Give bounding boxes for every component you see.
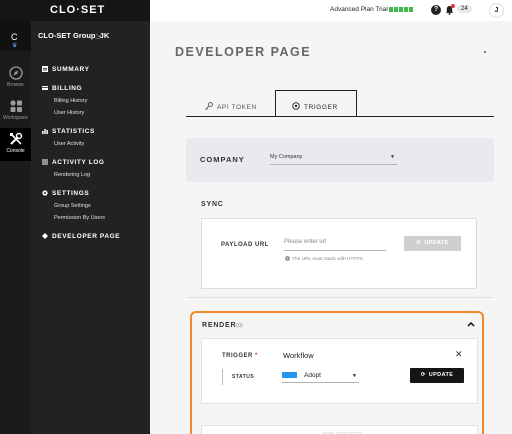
rail-label-workspace: Workspace — [3, 115, 28, 121]
tab-trigger-label: TRIGGER — [304, 104, 338, 111]
payload-url-input[interactable]: Please enter url — [284, 236, 386, 251]
key-icon — [205, 102, 213, 110]
nav-permission-by-users[interactable]: Permission By Users — [54, 215, 105, 221]
add-trigger-button[interactable]: + ADD TRIGGER — [201, 425, 478, 434]
page-title: DEVELOPER PAGE — [175, 45, 312, 59]
company-select-value: My Company — [270, 154, 303, 160]
grid-icon — [9, 100, 22, 112]
tab-trigger[interactable]: TRIGGER — [275, 90, 357, 117]
icon-rail: C ♛ Browse Workspace Console — [0, 21, 31, 434]
nav-settings-label: SETTINGS — [52, 190, 90, 197]
sync-update-button-label: UPDATE — [424, 240, 449, 246]
activity-log-icon — [42, 159, 48, 165]
trigger-value: Workflow — [283, 351, 314, 360]
status-color-swatch — [282, 372, 297, 378]
section-divider — [186, 297, 494, 298]
payload-url-hint-text: The URL must starts with HTTPS. — [292, 257, 365, 262]
gear-icon — [42, 190, 48, 196]
company-label: COMPANY — [200, 155, 245, 164]
render-title: RENDER — [202, 322, 237, 329]
required-mark: * — [255, 353, 258, 359]
company-select[interactable]: My Company ▼ — [270, 151, 397, 165]
nav-statistics[interactable]: STATISTICS — [42, 128, 95, 135]
crown-icon: ♛ — [12, 43, 18, 49]
rail-label-browse: Browse — [7, 82, 24, 88]
clo-set-logo[interactable]: CLO·SET — [50, 4, 105, 16]
nav-rendering-log[interactable]: Rendering Log — [54, 172, 90, 178]
group-initial: C — [11, 32, 18, 42]
notification-count[interactable]: 24 — [457, 5, 472, 13]
more-dot — [484, 51, 486, 53]
render-count: (0) — [236, 323, 243, 329]
group-switcher[interactable]: C ♛ — [0, 21, 31, 51]
nav-activity-log[interactable]: ACTIVITY LOG — [42, 159, 105, 166]
summary-icon — [42, 66, 48, 72]
nav-settings[interactable]: SETTINGS — [42, 190, 89, 197]
avatar[interactable]: J — [489, 3, 504, 18]
rail-item-workspace[interactable]: Workspace — [0, 95, 31, 128]
trigger-label: TRIGGER * — [222, 353, 258, 359]
top-bar: CLO·SET Advanced Plan Trial ? 24 J — [0, 0, 512, 21]
rail-item-browse[interactable]: Browse — [0, 62, 31, 95]
status-select-value: Adopt — [304, 372, 321, 379]
compass-icon — [8, 66, 23, 80]
plan-trial-label[interactable]: Advanced Plan Trial — [330, 6, 388, 13]
payload-url-label: PAYLOAD URL — [221, 242, 269, 248]
nav-billing[interactable]: BILLING — [42, 85, 82, 92]
trigger-icon — [292, 102, 300, 110]
nav-statistics-label: STATISTICS — [52, 128, 95, 135]
info-icon: i — [285, 256, 290, 261]
plan-trial-progress — [389, 7, 413, 12]
main-content: DEVELOPER PAGE API TOKEN TRIGGER COMPANY… — [150, 21, 512, 434]
nav-developer-page-label: DEVELOPER PAGE — [52, 233, 121, 240]
render-update-button[interactable]: ⟳ UPDATE — [410, 368, 464, 383]
status-select[interactable]: Adopt ▼ — [282, 368, 359, 383]
trigger-label-text: TRIGGER — [222, 353, 253, 359]
statistics-icon — [42, 129, 48, 134]
nav-summary-label: SUMMARY — [52, 66, 90, 73]
sync-card: PAYLOAD URL Please enter url i The URL mu… — [201, 218, 477, 289]
nav-billing-label: BILLING — [52, 85, 83, 92]
billing-icon — [42, 86, 48, 90]
nav-group-settings[interactable]: Group Settings — [54, 203, 91, 209]
sync-title: SYNC — [201, 201, 224, 208]
nav-user-history[interactable]: User History — [54, 110, 84, 116]
close-icon[interactable]: ✕ — [455, 349, 463, 360]
company-section: COMPANY My Company ▼ — [186, 138, 494, 182]
notification-dot — [451, 4, 455, 8]
status-label: STATUS — [232, 374, 255, 380]
trigger-card: TRIGGER * Workflow ✕ STATUS Adopt ▼ ⟳ UPD… — [201, 338, 478, 404]
tools-icon — [9, 132, 22, 145]
chevron-down-icon[interactable]: ⌵ — [96, 30, 102, 40]
nav-activity-log-label: ACTIVITY LOG — [52, 159, 105, 166]
tabs-underline — [186, 116, 494, 117]
rail-label-console: Console — [6, 148, 25, 154]
refresh-icon: ⟳ — [416, 240, 422, 246]
rail-item-console[interactable]: Console — [0, 128, 31, 161]
caret-down-icon: ▼ — [390, 154, 395, 160]
refresh-icon: ⟳ — [420, 372, 426, 378]
sync-update-button[interactable]: ⟳ UPDATE — [404, 236, 461, 251]
render-section: RENDER (0) TRIGGER * Workflow ✕ STATUS A… — [190, 311, 484, 434]
nav-user-activity[interactable]: User Activity — [54, 141, 84, 147]
chevron-up-icon[interactable] — [467, 320, 475, 329]
developer-icon — [42, 233, 48, 239]
render-update-button-label: UPDATE — [428, 372, 454, 378]
nav-summary[interactable]: SUMMARY — [42, 66, 90, 73]
help-icon[interactable]: ? — [431, 5, 441, 15]
status-indent-bar — [222, 369, 223, 385]
tab-api-token-label: API TOKEN — [217, 104, 257, 111]
nav-billing-history[interactable]: Billing History — [54, 98, 87, 104]
nav-developer-page[interactable]: DEVELOPER PAGE — [42, 233, 120, 240]
caret-down-icon: ▼ — [352, 373, 357, 379]
console-nav: CLO-SET Group_JK ⌵ SUMMARY BILLING Billi… — [31, 21, 150, 434]
payload-url-hint: i The URL must starts with HTTPS. — [285, 256, 364, 262]
